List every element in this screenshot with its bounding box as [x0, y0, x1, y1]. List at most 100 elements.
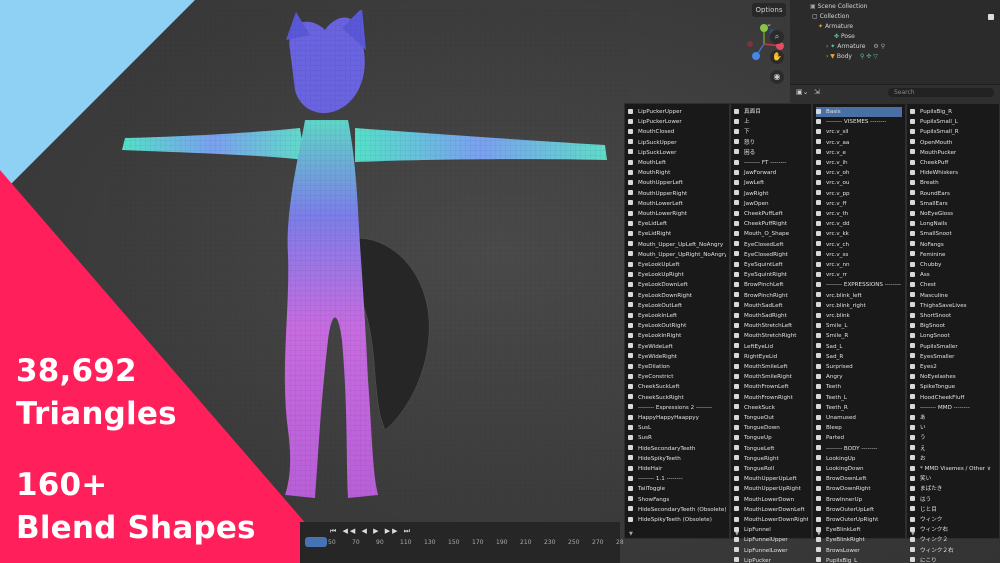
blend-shape-item[interactable]: BrowInnerUp: [816, 495, 902, 505]
blend-shape-item[interactable]: MouthLowerDownLeft: [734, 505, 808, 515]
blend-shape-item[interactable]: お: [910, 454, 996, 464]
blend-shape-item[interactable]: PupilsSmaller: [910, 342, 996, 352]
blend-shape-item[interactable]: RightEyeLid: [734, 352, 808, 362]
blend-shape-item[interactable]: Mouth_O_Shape: [734, 229, 808, 239]
blend-shape-item[interactable]: TongueRight: [734, 454, 808, 464]
blend-shape-item[interactable]: JawOpen: [734, 199, 808, 209]
blend-shape-item[interactable]: HideHair: [628, 464, 726, 474]
blend-shape-item[interactable]: Basis: [816, 107, 902, 117]
blend-shape-item[interactable]: MouthStretchRight: [734, 331, 808, 341]
blend-shape-item[interactable]: Teeth: [816, 382, 902, 392]
blend-shape-item[interactable]: まばたき: [910, 484, 996, 494]
blend-shape-item[interactable]: Angry: [816, 372, 902, 382]
blend-shape-item[interactable]: HideSpikyTeeth (Obsolete): [628, 515, 726, 525]
blend-shape-item[interactable]: HideSecondaryTeeth (Obsolete): [628, 505, 726, 515]
blend-shape-item[interactable]: TongueLeft: [734, 444, 808, 454]
blend-shape-item[interactable]: Mouth_Upper_UpRight_NoAngry: [628, 250, 726, 260]
blend-shape-item[interactable]: HideWhiskers: [910, 168, 996, 178]
blend-shape-item[interactable]: はう: [910, 495, 996, 505]
blend-shape-item[interactable]: -------- 1.1 --------: [628, 474, 726, 484]
blend-shape-item[interactable]: ウィンク２右: [910, 546, 996, 556]
blend-shape-item[interactable]: 下: [734, 127, 808, 137]
blend-shape-item[interactable]: SmallSnoot: [910, 229, 996, 239]
blend-shape-item[interactable]: ウィンク: [910, 515, 996, 525]
blend-shape-item[interactable]: CheekPuffRight: [734, 219, 808, 229]
blend-shape-item[interactable]: TongueRoll: [734, 464, 808, 474]
blend-shape-item[interactable]: EyeClosedRight: [734, 250, 808, 260]
blend-shape-item[interactable]: MouthSmileLeft: [734, 362, 808, 372]
blend-shape-item[interactable]: CheekSuck: [734, 403, 808, 413]
blend-shape-item[interactable]: LeftEyeLid: [734, 342, 808, 352]
blend-shape-item[interactable]: EyeClosedLeft: [734, 240, 808, 250]
y-axis-icon[interactable]: [760, 24, 768, 32]
blend-shape-item[interactable]: BrowDownRight: [816, 484, 902, 494]
blend-shape-item[interactable]: TongueDown: [734, 423, 808, 433]
blend-shape-item[interactable]: vrc.v_dd: [816, 219, 902, 229]
blend-shape-item[interactable]: TongueOut: [734, 413, 808, 423]
blend-shape-item[interactable]: EyeLookDownLeft: [628, 280, 726, 290]
blend-shape-item[interactable]: Teeth_L: [816, 393, 902, 403]
blend-shape-item[interactable]: NoEyeGloss: [910, 209, 996, 219]
blend-shape-item[interactable]: HoodCheekFluff: [910, 393, 996, 403]
blend-shape-item[interactable]: -------- BODY --------: [816, 444, 902, 454]
blend-shape-item[interactable]: EyesSmaller: [910, 352, 996, 362]
blend-shape-item[interactable]: JawLeft: [734, 178, 808, 188]
outliner-row[interactable]: ✤ Pose: [834, 32, 855, 42]
blend-shape-item[interactable]: LookingUp: [816, 454, 902, 464]
visibility-checkbox[interactable]: [988, 14, 994, 20]
blend-shape-item[interactable]: え: [910, 444, 996, 454]
z-axis-icon[interactable]: [752, 52, 760, 60]
blend-shape-item[interactable]: LipFunnelUpper: [734, 535, 808, 545]
blend-shape-item[interactable]: Sad_R: [816, 352, 902, 362]
blend-shape-item[interactable]: MouthSmileRight: [734, 372, 808, 382]
blend-shape-item[interactable]: EyeDilation: [628, 362, 726, 372]
blend-shape-item[interactable]: 困る: [734, 148, 808, 158]
blend-shape-item[interactable]: HideSpikyTeeth: [628, 454, 726, 464]
blend-shape-item[interactable]: TongueUp: [734, 433, 808, 443]
blend-shape-item[interactable]: Unamused: [816, 413, 902, 423]
blend-shape-item[interactable]: PupilsSmall_L: [910, 117, 996, 127]
blend-shape-item[interactable]: SpikeTongue: [910, 382, 996, 392]
blend-shape-item[interactable]: い: [910, 423, 996, 433]
blend-shape-item[interactable]: Breath: [910, 178, 996, 188]
blend-shape-item[interactable]: EyeLookOutLeft: [628, 301, 726, 311]
blend-shape-item[interactable]: -------- MMD --------: [910, 403, 996, 413]
blend-shape-item[interactable]: LipFunnelLower: [734, 546, 808, 556]
blend-shape-item[interactable]: vrc.v_kk: [816, 229, 902, 239]
blend-shape-item[interactable]: CheekPuffLeft: [734, 209, 808, 219]
editor-type-icon[interactable]: ▣⌄: [796, 88, 808, 96]
blend-shape-item[interactable]: MouthSadLeft: [734, 301, 808, 311]
current-frame-indicator[interactable]: [305, 537, 327, 547]
blend-shape-item[interactable]: EyeLookUpRight: [628, 270, 726, 280]
blend-shape-item[interactable]: EyeLookInLeft: [628, 311, 726, 321]
blend-shape-item[interactable]: Sad_L: [816, 342, 902, 352]
blend-shape-item[interactable]: 上: [734, 117, 808, 127]
outliner-row[interactable]: › ▼ Body⚲ ✣ ▽: [826, 52, 878, 62]
blend-shape-item[interactable]: BrowOuterUpRight: [816, 515, 902, 525]
blend-shape-item[interactable]: う: [910, 433, 996, 443]
blend-shape-item[interactable]: Eyes2: [910, 362, 996, 372]
blend-shape-item[interactable]: Feminine: [910, 250, 996, 260]
outliner-row[interactable]: › ✦ Armature⚙ ⚲: [826, 42, 885, 52]
blend-shape-item[interactable]: あ: [910, 413, 996, 423]
blend-shape-item[interactable]: -------- FT --------: [734, 158, 808, 168]
blend-shape-item[interactable]: MouthUpperRight: [628, 189, 726, 199]
blend-shape-item[interactable]: ウィンク２: [910, 535, 996, 545]
blend-shape-item[interactable]: 真面目: [734, 107, 808, 117]
blend-shape-item[interactable]: HappyHappyHaappyy: [628, 413, 726, 423]
blend-shape-item[interactable]: EyeConstrict: [628, 372, 726, 382]
blend-shape-item[interactable]: PupilsBig_L: [816, 556, 902, 563]
blend-shape-item[interactable]: MouthLowerDown: [734, 495, 808, 505]
blend-shape-item[interactable]: vrc.v_ch: [816, 240, 902, 250]
blend-shape-item[interactable]: NoFangs: [910, 240, 996, 250]
blend-shape-item[interactable]: EyeLidRight: [628, 229, 726, 239]
outliner-row[interactable]: ▢ Collection: [812, 12, 849, 22]
blend-shape-item[interactable]: vrc.v_ss: [816, 250, 902, 260]
camera-icon[interactable]: ◉: [770, 70, 784, 84]
blend-shape-item[interactable]: MouthPucker: [910, 148, 996, 158]
blend-shape-item[interactable]: vrc.v_rr: [816, 270, 902, 280]
outliner-row[interactable]: ▣ Scene Collection: [810, 2, 867, 12]
blend-shape-item[interactable]: Chubby: [910, 260, 996, 270]
blend-shape-item[interactable]: MouthRight: [628, 168, 726, 178]
blend-shape-item[interactable]: CheekSuckRight: [628, 393, 726, 403]
